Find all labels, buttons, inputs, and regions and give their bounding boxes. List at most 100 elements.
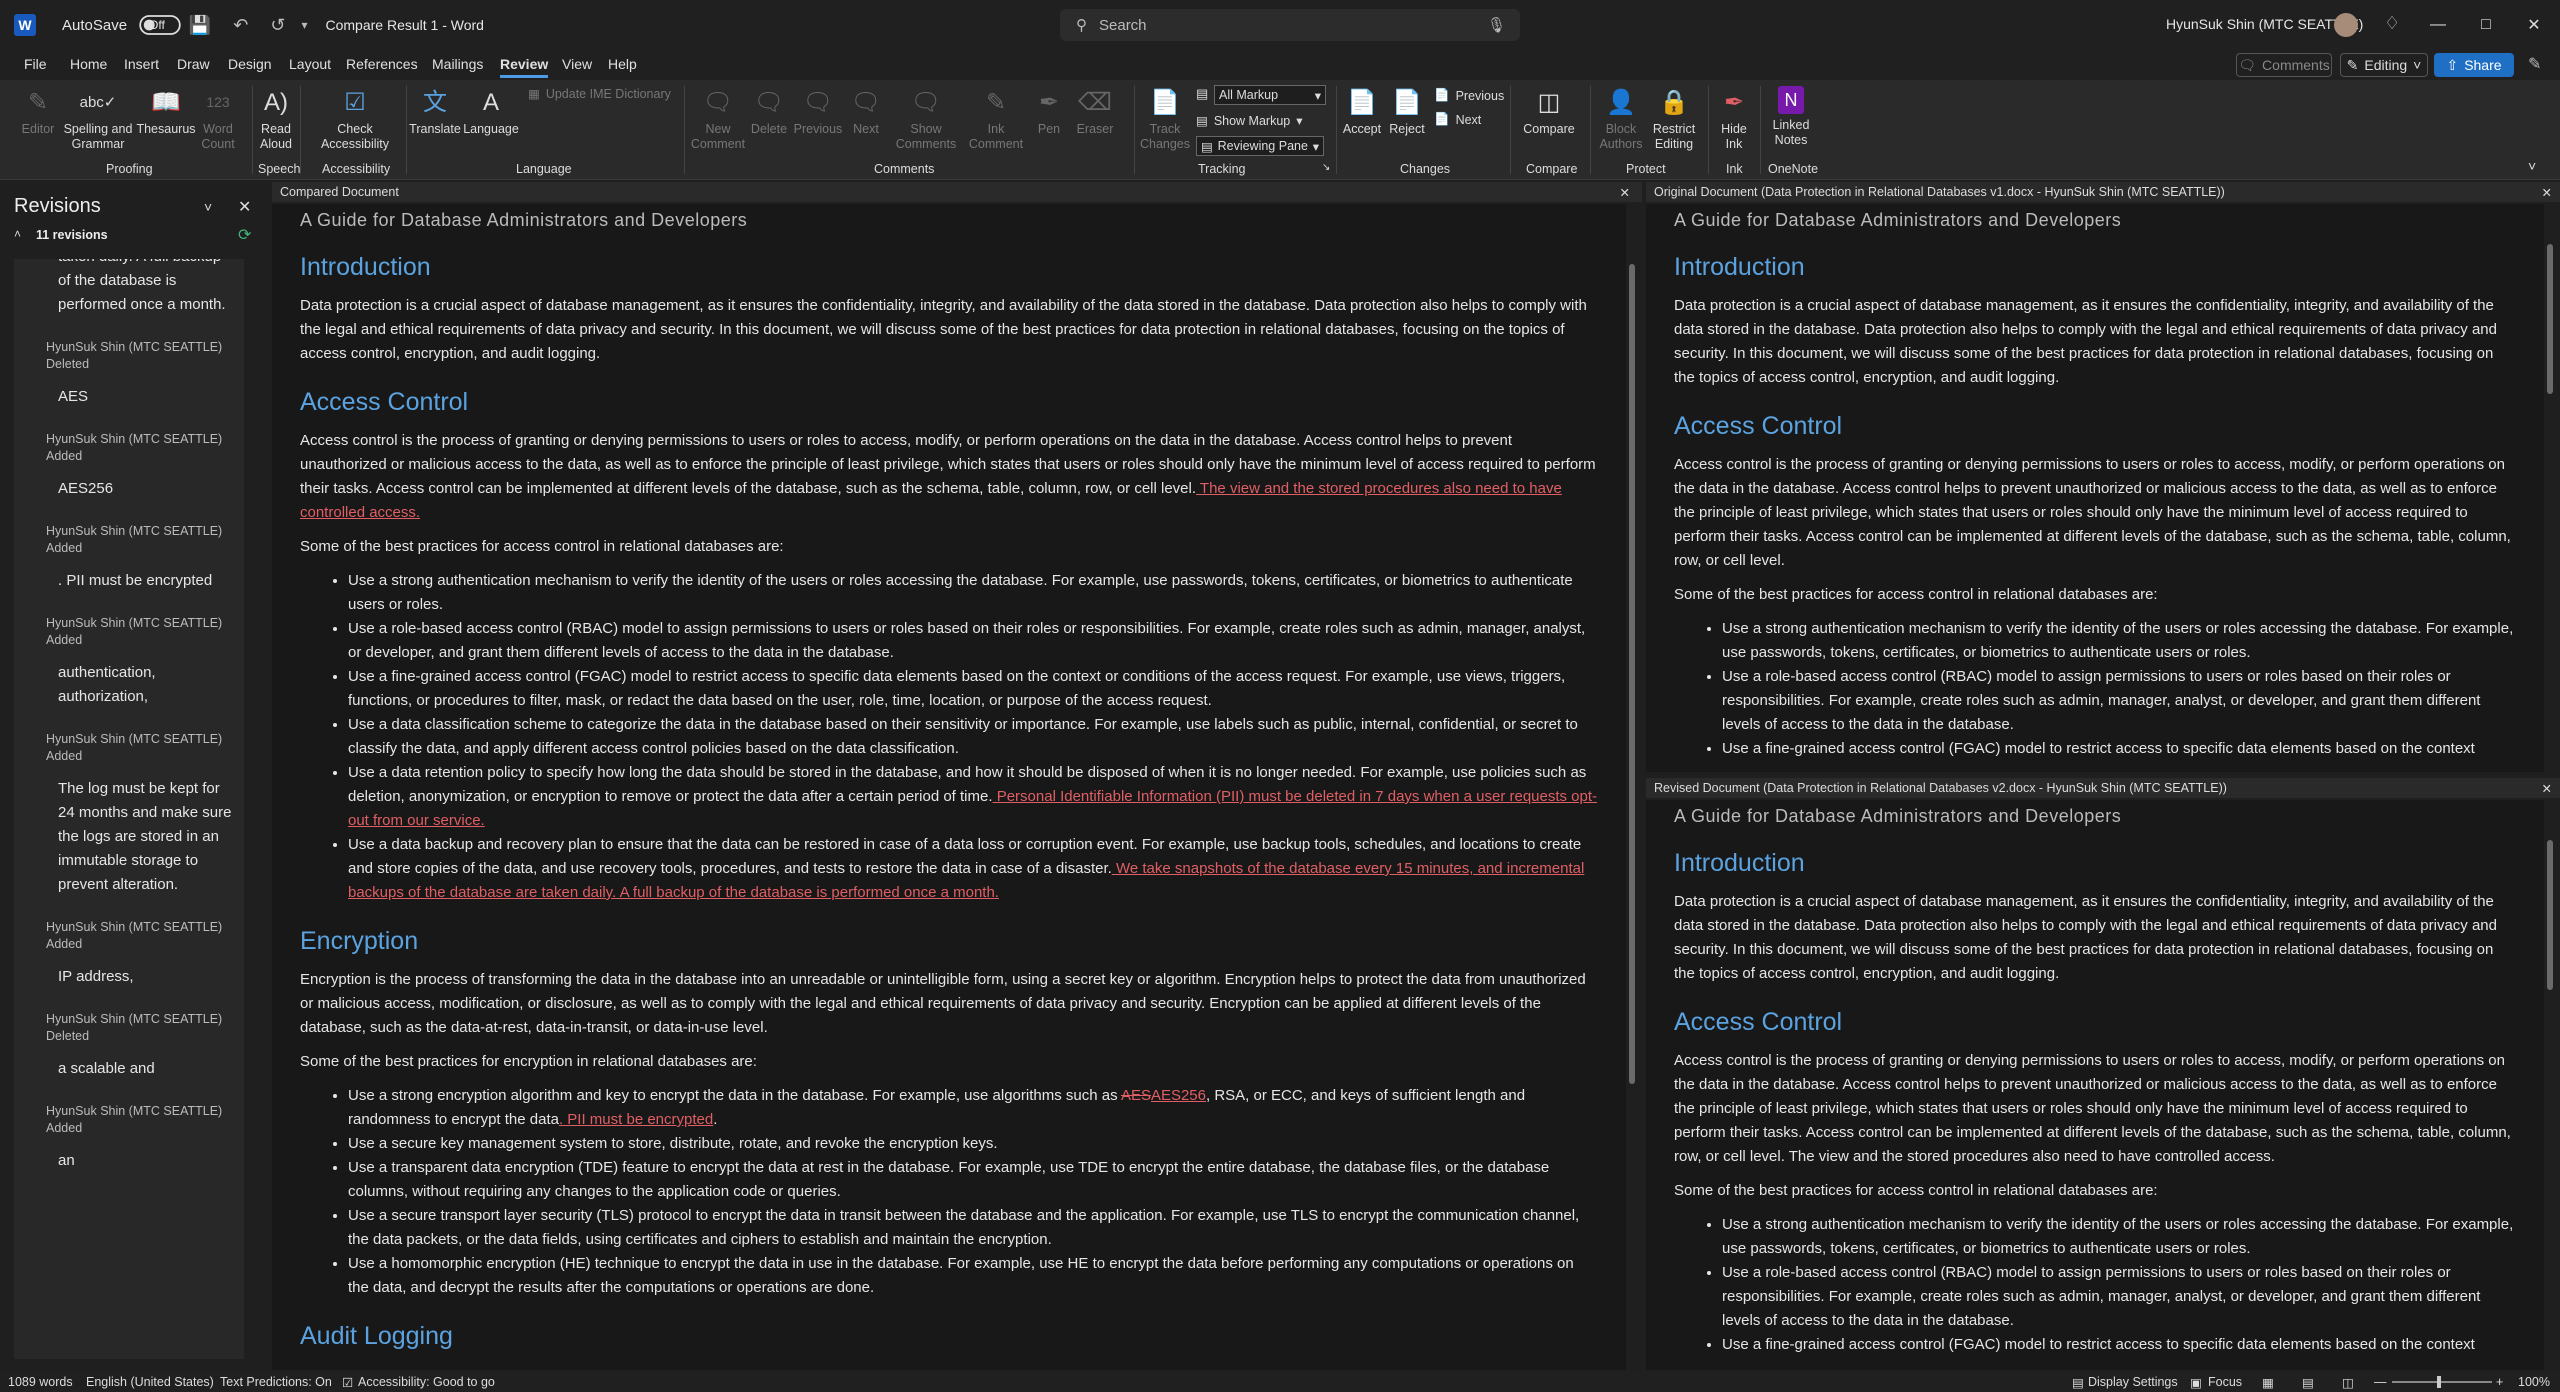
read-mode-icon[interactable]: ▦ bbox=[2262, 1375, 2274, 1390]
minimize-button[interactable]: — bbox=[2414, 0, 2462, 50]
restrict-editing-button[interactable]: 🔒 Restrict Editing bbox=[1648, 86, 1700, 152]
tab-review[interactable]: Review bbox=[500, 56, 549, 78]
tab-mailings[interactable]: Mailings bbox=[432, 56, 483, 72]
undo-icon[interactable]: ↶ bbox=[233, 15, 248, 36]
microphone-icon[interactable]: 🎙 bbox=[1487, 16, 1506, 34]
chevron-down-icon[interactable]: ˅ bbox=[204, 199, 212, 215]
collapse-ribbon-icon[interactable]: ˅ bbox=[2528, 158, 2536, 174]
reject-button[interactable]: 📄 Reject bbox=[1386, 86, 1428, 137]
accept-button[interactable]: 📄 Accept bbox=[1340, 86, 1384, 137]
display-for-review-select[interactable]: All Markup ▾ bbox=[1214, 85, 1326, 105]
spelling-grammar-button[interactable]: abc✓ Spelling and Grammar bbox=[62, 86, 134, 152]
zoom-slider[interactable] bbox=[2392, 1381, 2492, 1383]
customize-toolbar-icon[interactable]: ▾ bbox=[301, 18, 307, 32]
tab-home[interactable]: Home bbox=[70, 56, 107, 72]
pen-icon: ✒ bbox=[1038, 88, 1060, 116]
text-predictions-status[interactable]: Text Predictions: On bbox=[220, 1375, 332, 1389]
delete-comment-button[interactable]: 🗨 Delete bbox=[748, 86, 790, 137]
zoom-out-icon[interactable]: — bbox=[2374, 1375, 2387, 1389]
ink-comment-button[interactable]: ✎ Ink Comment bbox=[966, 86, 1026, 152]
show-comments-button[interactable]: 🗨 Show Comments bbox=[892, 86, 960, 152]
pen-button[interactable]: ✒ Pen bbox=[1032, 86, 1066, 137]
revision-item[interactable]: HyunSuk Shin (MTC SEATTLE) Added IP addr… bbox=[14, 919, 244, 989]
check-accessibility-button[interactable]: ☑ Check Accessibility bbox=[318, 86, 392, 152]
next-change-button[interactable]: 📄 Next bbox=[1434, 112, 1481, 127]
share-button[interactable]: ⇧ Share bbox=[2434, 53, 2514, 77]
search-input[interactable]: Search bbox=[1099, 17, 1147, 34]
block-authors-button[interactable]: 👤 Block Authors bbox=[1596, 86, 1646, 152]
tab-insert[interactable]: Insert bbox=[124, 56, 159, 72]
eraser-button[interactable]: ⌫ Eraser bbox=[1074, 86, 1116, 137]
track-changes-button[interactable]: 📄 Track Changes bbox=[1138, 86, 1192, 152]
refresh-icon[interactable]: ⟳ bbox=[238, 225, 251, 245]
close-icon[interactable]: ✕ bbox=[238, 197, 251, 217]
close-window-button[interactable]: ✕ bbox=[2510, 0, 2558, 50]
ribbon-pin-icon[interactable]: ✎ bbox=[2528, 54, 2541, 74]
print-layout-icon[interactable]: ▤ bbox=[2302, 1375, 2314, 1390]
zoom-level[interactable]: 100% bbox=[2518, 1375, 2550, 1389]
tab-design[interactable]: Design bbox=[228, 56, 272, 72]
show-markup-button[interactable]: ▤ Show Markup ▾ bbox=[1196, 113, 1303, 129]
revised-document[interactable]: A Guide for Database Administrators and … bbox=[1646, 800, 2544, 1370]
tab-layout[interactable]: Layout bbox=[289, 56, 331, 72]
word-count-status[interactable]: 1089 words bbox=[8, 1375, 73, 1389]
compared-scrollbar[interactable] bbox=[1626, 204, 1638, 1370]
update-ime-button[interactable]: ▦ Update IME Dictionary bbox=[528, 86, 671, 102]
translate-button[interactable]: 文 Translate bbox=[409, 86, 461, 137]
zoom-slider-thumb[interactable] bbox=[2437, 1376, 2441, 1388]
tab-view[interactable]: View bbox=[562, 56, 592, 72]
revision-item[interactable]: HyunSuk Shin (MTC SEATTLE) Added AES256 bbox=[14, 431, 244, 501]
new-comment-button[interactable]: 🗨 New Comment bbox=[690, 86, 746, 152]
revision-item[interactable]: HyunSuk Shin (MTC SEATTLE) Added The log… bbox=[14, 731, 244, 897]
language-status[interactable]: English (United States) bbox=[86, 1375, 214, 1389]
close-icon[interactable]: ✕ bbox=[2542, 185, 2552, 200]
revision-item[interactable]: HyunSuk Shin (MTC SEATTLE) Deleted a sca… bbox=[14, 1011, 244, 1081]
display-settings-button[interactable]: Display Settings bbox=[2088, 1375, 2178, 1389]
revision-item[interactable]: HyunSuk Shin (MTC SEATTLE) Deleted AES bbox=[14, 339, 244, 409]
revision-item[interactable]: HyunSuk Shin (MTC SEATTLE) Added authent… bbox=[14, 615, 244, 709]
original-scrollbar[interactable] bbox=[2544, 204, 2556, 772]
previous-comment-button[interactable]: 🗨 Previous bbox=[792, 86, 844, 137]
compare-button[interactable]: ◫ Compare bbox=[1516, 86, 1582, 137]
close-icon[interactable]: ✕ bbox=[1620, 185, 1630, 200]
tracking-options-icon[interactable]: ↘ bbox=[1322, 162, 1330, 173]
previous-change-button[interactable]: 📄 Previous bbox=[1434, 88, 1504, 103]
avatar[interactable] bbox=[2334, 13, 2358, 37]
tab-help[interactable]: Help bbox=[608, 56, 637, 72]
web-layout-icon[interactable]: ◫ bbox=[2342, 1375, 2354, 1390]
comments-button[interactable]: 🗨 Comments bbox=[2236, 53, 2332, 77]
zoom-in-icon[interactable]: + bbox=[2496, 1375, 2503, 1389]
tab-references[interactable]: References bbox=[346, 56, 418, 72]
close-icon[interactable]: ✕ bbox=[2542, 781, 2552, 796]
thesaurus-button[interactable]: 📖 Thesaurus bbox=[136, 86, 195, 137]
focus-button[interactable]: Focus bbox=[2208, 1375, 2242, 1389]
scrollbar-thumb[interactable] bbox=[2547, 840, 2553, 990]
accessibility-status[interactable]: Accessibility: Good to go bbox=[358, 1375, 495, 1389]
reviewing-pane-button[interactable]: ▤ Reviewing Pane ▾ bbox=[1196, 136, 1324, 156]
tab-file[interactable]: File bbox=[24, 56, 47, 72]
next-comment-button[interactable]: 🗨 Next bbox=[846, 86, 886, 137]
diamond-icon[interactable]: ♢ bbox=[2384, 13, 2400, 34]
editing-button[interactable]: ✎ Editing ˅ bbox=[2340, 53, 2428, 77]
editor-button[interactable]: ✎ Editor bbox=[18, 86, 58, 137]
compared-document[interactable]: A Guide for Database Administrators and … bbox=[272, 204, 1626, 1370]
word-count-button[interactable]: 123 Word Count bbox=[198, 86, 238, 152]
revised-scrollbar[interactable] bbox=[2544, 800, 2556, 1370]
collapse-revisions-icon[interactable]: ˄ bbox=[14, 227, 21, 241]
revision-item[interactable]: HyunSuk Shin (MTC SEATTLE) Added . PII m… bbox=[14, 523, 244, 593]
tab-draw[interactable]: Draw bbox=[177, 56, 210, 72]
hide-ink-button[interactable]: ✒ Hide Ink bbox=[1714, 86, 1754, 152]
revisions-scrollbar[interactable] bbox=[244, 259, 254, 1359]
original-document[interactable]: A Guide for Database Administrators and … bbox=[1646, 204, 2544, 772]
read-aloud-button[interactable]: A) Read Aloud bbox=[258, 86, 294, 152]
scrollbar-thumb[interactable] bbox=[1629, 264, 1635, 1084]
scrollbar-thumb[interactable] bbox=[2547, 244, 2553, 394]
redo-icon[interactable]: ↺ bbox=[270, 15, 285, 36]
linked-notes-button[interactable]: N Linked Notes bbox=[1766, 86, 1816, 148]
language-button[interactable]: A Language bbox=[463, 86, 519, 137]
revision-item[interactable]: HyunSuk Shin (MTC SEATTLE) Added an bbox=[14, 1103, 244, 1173]
maximize-button[interactable]: □ bbox=[2462, 0, 2510, 50]
revision-text[interactable]: taken daily. A full backup of the databa… bbox=[14, 259, 244, 317]
save-icon[interactable]: 💾 bbox=[189, 15, 211, 36]
search-box[interactable]: ⚲ Search 🎙 bbox=[1060, 9, 1520, 41]
